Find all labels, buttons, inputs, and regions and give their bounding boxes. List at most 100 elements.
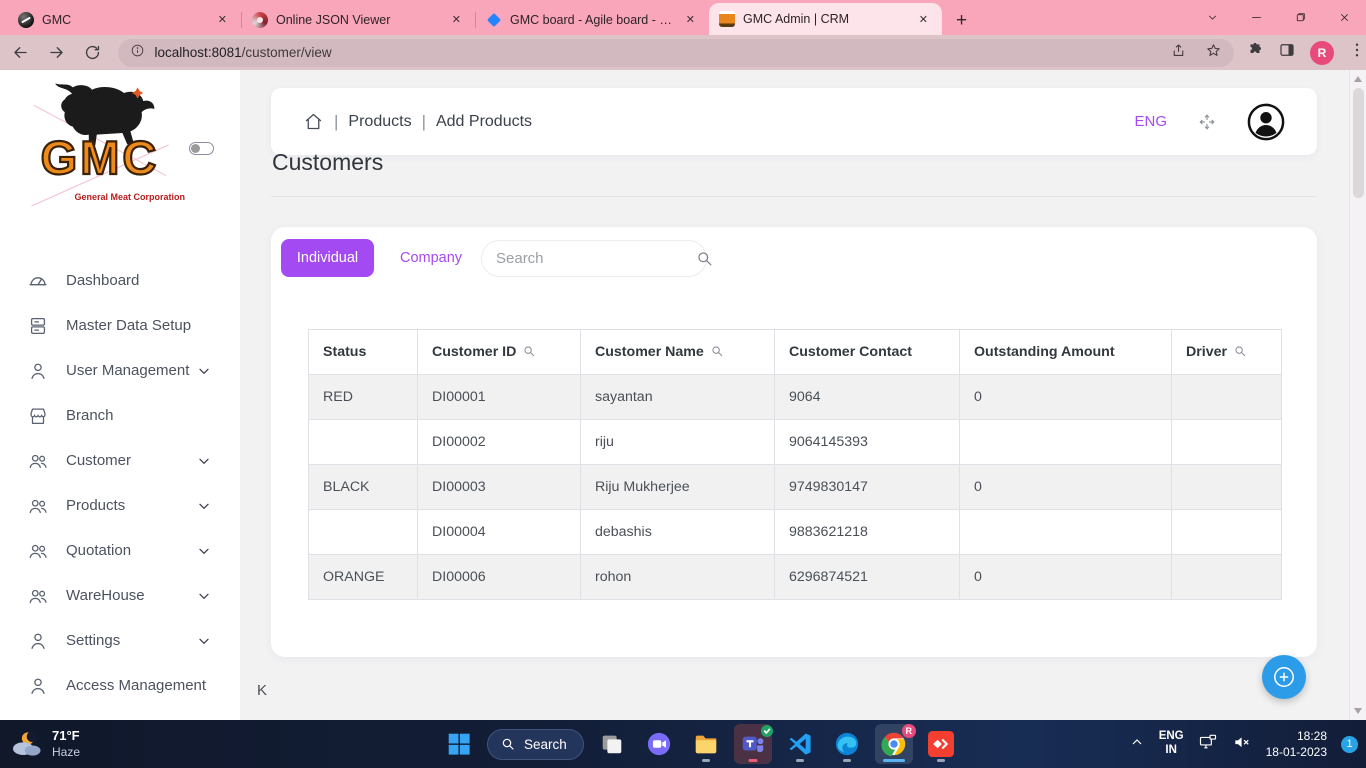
tray-chevron-up-icon[interactable] — [1129, 734, 1145, 755]
taskbar: 71°F Haze Search R ENG IN 18:28 18-01-202… — [0, 720, 1366, 768]
site-info-icon[interactable] — [130, 43, 145, 63]
taskbar-teams-icon[interactable] — [734, 724, 772, 764]
taskbar-vscode-icon[interactable] — [781, 724, 819, 764]
gmc-logo: GMC General Meat Corporation — [0, 80, 240, 230]
taskbar-task-view-icon[interactable] — [593, 724, 631, 764]
table-cell — [1172, 465, 1282, 510]
weather-widget[interactable]: 71°F Haze — [10, 728, 80, 759]
sidebar-item-quotation[interactable]: Quotation — [0, 528, 240, 573]
breadcrumb-add-products[interactable]: Add Products — [436, 113, 532, 131]
browser-toolbar: localhost:8081/customer/view R — [0, 35, 1366, 70]
sidebar-item-products[interactable]: Products — [0, 483, 240, 528]
network-icon[interactable] — [1198, 732, 1218, 757]
table-cell: DI00004 — [418, 510, 581, 555]
sidebar-item-label: Branch — [66, 407, 240, 424]
tab-close-icon[interactable]: ✕ — [915, 11, 932, 28]
table-cell — [1172, 420, 1282, 465]
scroll-up-icon[interactable] — [1354, 76, 1362, 82]
scrollbar-thumb[interactable] — [1353, 88, 1364, 198]
app-indicator — [883, 759, 905, 762]
close-window-button[interactable] — [1322, 0, 1366, 35]
search-icon[interactable] — [695, 249, 714, 268]
taskbar-start-icon[interactable] — [440, 724, 478, 764]
table-cell: RED — [309, 375, 418, 420]
column-search-icon[interactable] — [1233, 344, 1247, 358]
tab-favicon — [18, 12, 34, 28]
tab-company[interactable]: Company — [383, 239, 479, 277]
sidebar-item-user-management[interactable]: User Management — [0, 348, 240, 393]
minimize-button[interactable] — [1234, 0, 1278, 35]
table-row[interactable]: DI00002riju9064145393 — [309, 420, 1282, 465]
table-cell — [960, 510, 1172, 555]
tab-search-chevron-icon[interactable] — [1190, 0, 1234, 35]
chevron-down-icon[interactable] — [196, 498, 212, 514]
browser-profile-avatar[interactable]: R — [1310, 41, 1334, 65]
chevron-down-icon[interactable] — [196, 633, 212, 649]
tab-close-icon[interactable]: ✕ — [448, 11, 465, 28]
page-scrollbar[interactable] — [1349, 70, 1366, 720]
taskbar-file-explorer-icon[interactable] — [687, 724, 725, 764]
side-panel-icon[interactable] — [1278, 41, 1296, 64]
browser-tab[interactable]: GMC board - Agile board - Jira✕ — [476, 4, 709, 35]
address-bar[interactable]: localhost:8081/customer/view — [118, 39, 1234, 67]
taskbar-chrome-icon[interactable]: R — [875, 724, 913, 764]
user-icon — [27, 630, 49, 652]
table-row[interactable]: ORANGEDI00006rohon62968745210 — [309, 555, 1282, 600]
add-customer-fab[interactable] — [1262, 655, 1306, 699]
tab-close-icon[interactable]: ✕ — [682, 11, 699, 28]
table-cell: sayantan — [581, 375, 775, 420]
taskbar-quick-share-icon[interactable] — [922, 724, 960, 764]
extensions-puzzle-icon[interactable] — [1246, 41, 1264, 64]
sidebar: GMC General Meat Corporation DashboardMa… — [0, 70, 240, 720]
sidebar-item-warehouse[interactable]: WareHouse — [0, 573, 240, 618]
customer-search — [481, 240, 707, 277]
browser-menu-icon[interactable] — [1348, 41, 1366, 64]
notification-badge[interactable]: 1 — [1341, 736, 1358, 753]
language-selector[interactable]: ENG — [1134, 113, 1167, 130]
clock[interactable]: 18:28 18-01-2023 — [1266, 728, 1327, 760]
table-cell: 9064145393 — [775, 420, 960, 465]
chevron-down-icon[interactable] — [196, 543, 212, 559]
back-button[interactable] — [6, 38, 36, 68]
move-arrows-icon[interactable] — [1197, 112, 1217, 132]
sidebar-item-master-data-setup[interactable]: Master Data Setup — [0, 303, 240, 348]
bookmark-star-icon[interactable] — [1205, 42, 1222, 64]
maximize-button[interactable] — [1278, 0, 1322, 35]
browser-tab[interactable]: Online JSON Viewer✕ — [242, 4, 475, 35]
chevron-down-icon[interactable] — [196, 453, 212, 469]
tab-close-icon[interactable]: ✕ — [214, 11, 231, 28]
column-header: Status — [309, 330, 418, 375]
forward-button[interactable] — [42, 38, 72, 68]
scroll-down-icon[interactable] — [1354, 708, 1362, 714]
sidebar-item-customer[interactable]: Customer — [0, 438, 240, 483]
tab-individual[interactable]: Individual — [281, 239, 374, 277]
sidebar-item-access-management[interactable]: Access Management — [0, 663, 240, 708]
sidebar-item-label: Quotation — [66, 542, 196, 559]
search-input[interactable] — [496, 250, 695, 267]
share-icon[interactable] — [1170, 42, 1187, 64]
sidebar-item-settings[interactable]: Settings — [0, 618, 240, 663]
home-icon[interactable] — [303, 111, 324, 132]
taskbar-chat-icon[interactable] — [640, 724, 678, 764]
column-search-icon[interactable] — [710, 344, 724, 358]
table-row[interactable]: BLACKDI00003Riju Mukherjee97498301470 — [309, 465, 1282, 510]
column-search-icon[interactable] — [522, 344, 536, 358]
taskbar-search[interactable]: Search — [487, 729, 584, 760]
chevron-down-icon[interactable] — [196, 588, 212, 604]
mute-speaker-icon[interactable] — [1232, 732, 1252, 757]
browser-tab[interactable]: GMC Admin | CRM✕ — [709, 3, 942, 35]
browser-tab[interactable]: GMC✕ — [8, 4, 241, 35]
sidebar-item-branch[interactable]: Branch — [0, 393, 240, 438]
breadcrumb-products[interactable]: Products — [348, 113, 411, 131]
app-indicator — [702, 759, 710, 762]
taskbar-edge-icon[interactable] — [828, 724, 866, 764]
reload-button[interactable] — [78, 38, 108, 68]
new-tab-button[interactable]: + — [956, 11, 967, 30]
sidebar-item-dashboard[interactable]: Dashboard — [0, 258, 240, 303]
chevron-down-icon[interactable] — [196, 363, 212, 379]
tray-language[interactable]: ENG IN — [1159, 730, 1184, 758]
table-row[interactable]: REDDI00001sayantan90640 — [309, 375, 1282, 420]
sidebar-toggle[interactable] — [189, 142, 214, 155]
table-row[interactable]: DI00004debashis9883621218 — [309, 510, 1282, 555]
user-avatar-icon[interactable] — [1247, 103, 1285, 141]
